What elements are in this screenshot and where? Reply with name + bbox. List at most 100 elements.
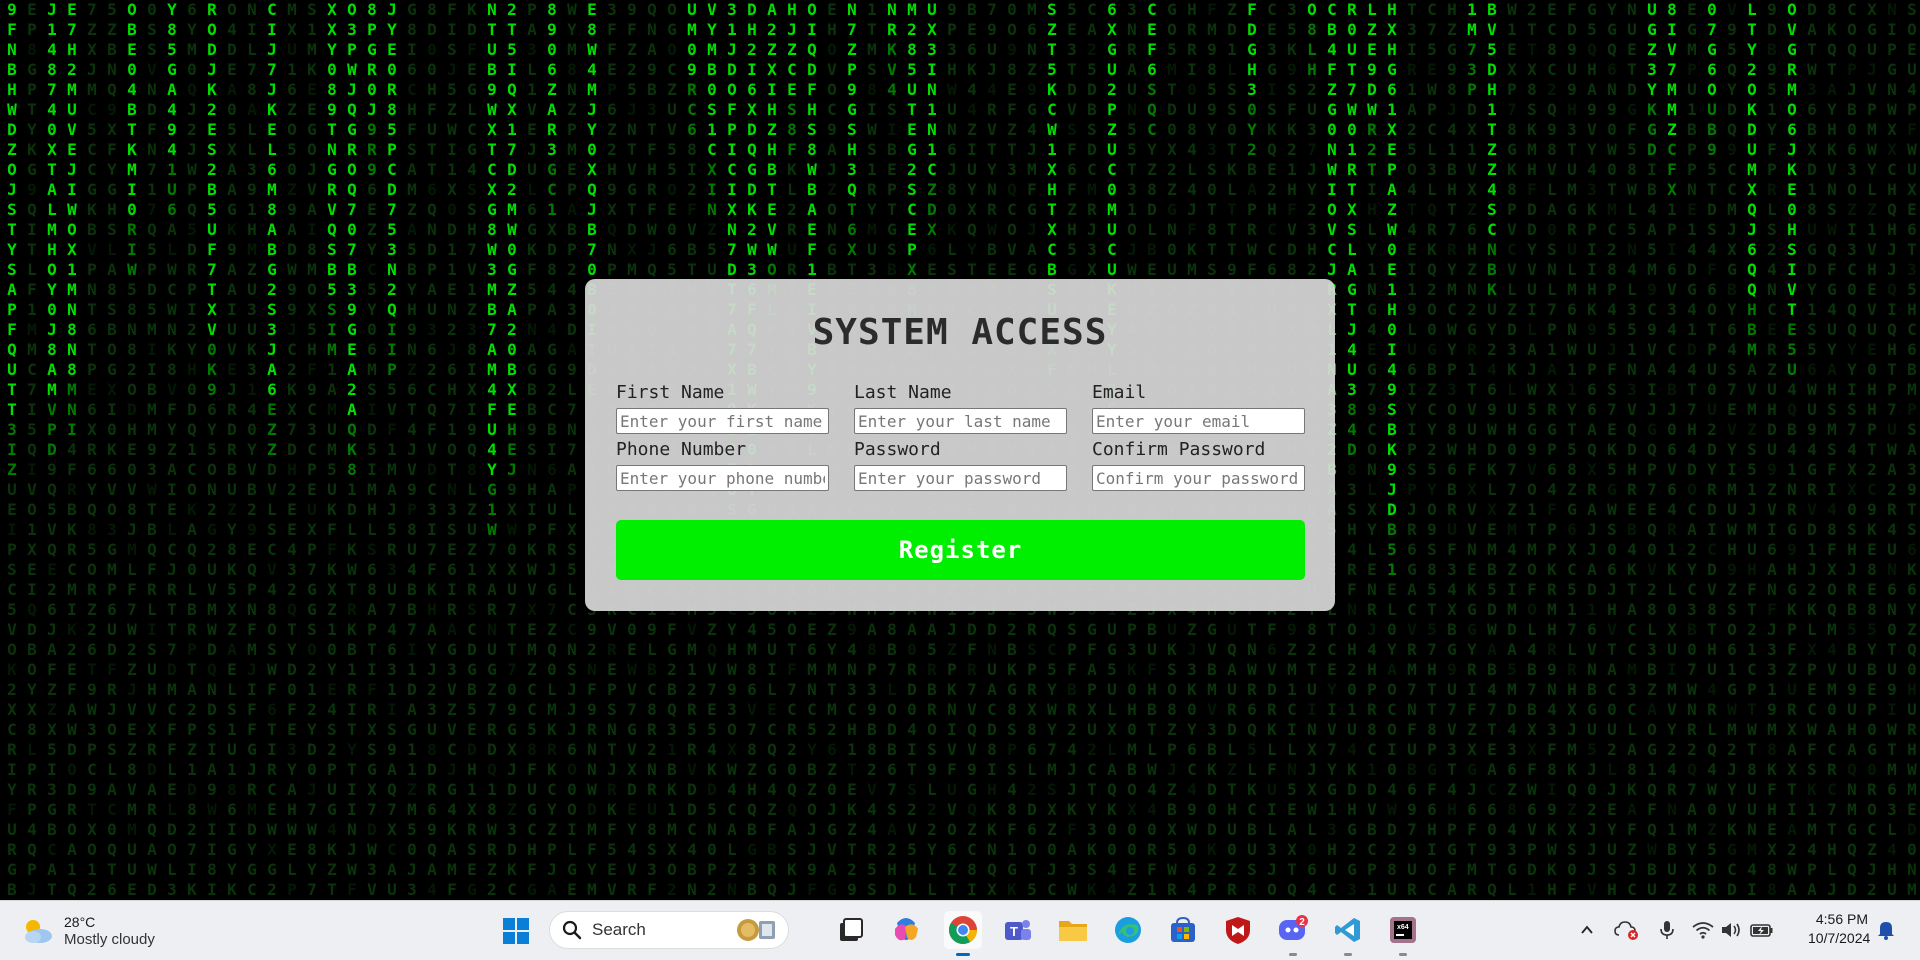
matrix-column: FD9U9H3TUMGRULM6NW11YT58ZG6XC517LRHXJMKQ… [1567,0,1577,899]
widgets-icon [734,917,782,943]
matrix-column: NIPGNWXXCHQHJJQIQHTP7UWA2R4UN6N0TU9IWTM6… [1887,0,1897,899]
matrix-column: R0UT7W01RTXSLAGTJ4U384D83SH4RFNOH201U4KD… [1347,0,1357,899]
matrix-column: 8906ZAR3GC1XD84A4GG2CBI6AUFRJG7ZQ0LMKRKC… [547,0,557,899]
microphone-icon[interactable] [1655,915,1679,945]
matrix-column: J148740XTALMHOY0J8AMVPD9Q5VQE26JAFZZX5I3… [47,0,57,899]
matrix-column: EP8GPTYKG9QITLF1MMC7I5QIVO1XEIQDBOYX8LPR… [27,0,37,899]
copilot-icon[interactable] [887,911,925,949]
matrix-column: NUETDGF58WL5N4L351N3VQDHREB4KTACCM3CLA8K… [1627,0,1637,899]
matrix-column: E7H2MUVEJIWOX1MN8N8MNI4FRBKRCMIK2EFAWDOD… [67,0,77,899]
matrix-column: SOEU4PFWUXE6T35HC6BMPSA39TS6K6YZQ0HURHWM… [1907,0,1917,899]
matrix-column: JYE0R85PCD753N2QIIP5VF1MAJ5R3U74631IS9AQ… [387,0,397,899]
matrix-column: NIL78ALL391HMZU3UK3140YVB29EQPNFMJIFFGJR… [247,0,257,899]
matrix-column: 8IV7MMZCFX1PI6V34C4BJ06V64R1KL0XUIMVY24R… [1667,0,1677,899]
matrix-column: 7ZXJMC5CCGKBVPNT6TPE6XR6YQ85ORZ26T9W3PC9… [87,0,97,899]
discord-icon[interactable]: 2 [1274,911,1312,956]
phone-input[interactable] [616,465,829,491]
chrome-icon[interactable] [944,911,982,956]
matrix-column: LZE9DWR2TIHLY1NG4EG79CONLXYLENRJ4HPR8C1D… [1367,0,1377,899]
matrix-column: EGMPU1BPPNE14DG41D4T7H4DOCA2YC3B07WNR2Q7… [1687,0,1697,899]
last-name-field-group: Last Name [854,382,1067,434]
svg-text:T: T [1010,924,1018,939]
vscode-icon[interactable] [1329,911,1367,956]
notification-bell-icon[interactable] [1872,915,1900,945]
page-title: SYSTEM ACCESS [812,312,1108,353]
matrix-column: WYM8NZPMEPABP243DA9L7N7APLXS5LCCNSJJJ6O0… [567,0,577,899]
registration-panel: SYSTEM ACCESS First Name Last Name Email… [585,279,1335,611]
matrix-column: C75EWPCL3LQRKQ2O0GBZCY25YO9S85T57HTT8PGF… [1427,0,1437,899]
matrix-column: 8PGR0J9R96EZYC5Y06MSID5IMHLS68APTIFRXSGX… [367,0,377,899]
matrix-column: HZG98J41BHT7RYMCWYP3O8W6BRUF34XBG9U7V3T4… [1447,0,1457,899]
matrix-column: G5QHA9VY43KPIIHK9UP66AQXRAJJAD16VNBGU5J0… [1587,0,1597,899]
matrix-column: FISJ5ZWI1X0D11EN2J6H71OTN3SE6IRAG3VZVCJG… [447,0,457,899]
windows-logo-icon[interactable] [497,912,535,950]
task-view-icon[interactable] [832,911,870,949]
matrix-column: KDFEGLCG4SSH7V1Z38IXI9Q8LZUZ1RSCDGB5EDH1… [467,0,477,899]
svg-text:x64: x64 [1397,924,1409,931]
confirm-password-label: Confirm Password [1092,439,1266,460]
store-icon[interactable] [1164,911,1202,949]
matrix-column: 2TTX8SKMHFDDYVUILAJW5G9VO1TMOFOL4B7BXXFW… [1527,0,1537,899]
clock-time: 4:56 PM [1815,911,1868,927]
matrix-column: OVGRMO6JKE0HSIVTE5U4QB41NRG9HGKPFZURXAXT… [1787,0,1797,899]
matrix-column: O3PWJQGROQ707B39GEA2AQK81DLKWTRKB1RITYTI… [347,0,357,899]
weather-temperature: 28°C [64,914,96,930]
cloud-sync-error-icon[interactable] [1612,915,1642,945]
clock-date: 10/7/2024 [1808,930,1871,946]
volume-icon[interactable] [1718,915,1744,945]
shield-icon[interactable] [1219,911,1257,949]
edge-icon[interactable] [1109,911,1147,949]
matrix-column: 07G6OUB95TDS4F6OTPU0U2DYRDICDV8THU4RLQ4W… [1707,0,1717,899]
matrix-column: 9FNBHWDZOJSTYSAPFQUTT3IZUEIPSC5VOK2XCRIY… [7,0,17,899]
matrix-column: COQPJB063OZI3C0QQYYIS74XX0SHJRB5BU9UHAQN… [1847,0,1857,899]
confirm-password-input[interactable] [1092,465,1305,491]
matrix-column: V95QYDQ9CCMJXGBY64S7EVYIMUWH9ZSO61GWM2JY… [1727,0,1737,899]
phone-field-group: Phone Number [616,439,829,491]
wifi-icon[interactable] [1690,915,1716,945]
partly-cloudy-icon [20,917,56,945]
discord-badge: 2 [1299,917,1305,928]
matrix-column: CIJ7JKEL6M8ABG2S3JA6EZZDVLSCV48OSWF6TIRC… [267,0,277,899]
password-label: Password [854,439,941,460]
teams-icon[interactable]: T [999,911,1037,949]
system-clock[interactable]: 4:56 PM 10/7/2024 [1808,910,1871,948]
matrix-column: Y85GA4941U6ALWCWNK8VFYZAIELCJRTT7DMCFFLE… [167,0,177,899]
matrix-column: BV5DH1TZZ4SCNBKUY2469WDKLXEMB5DWAB47TEAC… [1487,0,1497,899]
matrix-column: XGUJVPMWYLZ1VHEVUE0HHPT2C9KE8E85YBEP0G0R… [1867,0,1877,899]
taskbar-search[interactable]: Search [549,911,789,949]
password-input[interactable] [854,465,1067,491]
email-label: Email [1092,382,1147,403]
chevron-up-icon[interactable] [1575,915,1599,945]
matrix-column: OBE04BTKMI0RIW58N82ODHE0V8JMLF7W2ZJVEZ8V… [127,0,137,899]
matrix-column: 6YM0QJ2JWPQ5DRPI2YH0DQ1COKAQ0LBRPTA2PZ1D… [187,0,197,899]
matrix-column: MXU16ZO50Z9ADW99JC2KX7DH2EE432QTYD0FE3YA… [287,0,297,899]
search-icon [562,920,582,940]
matrix-column: 8KQTAYHKVNSWQFG4UYAHSMSFI48FXOQM4VM0ACRC… [1827,0,1837,899]
matrix-column: 8D00HFUTT6QNDPAU362CQFVDC3I7FKHAYJ23U8DR… [427,0,437,899]
matrix-column: PA3L1VEJUL6GKF5PNAGBB9SNHIPKWVXEMZCC58FU… [527,0,537,899]
matrix-column: 1M73PDX1VXZ6HZN2GR1TVUHFXVVNEKGGYRIFZXGJ… [1467,0,1477,899]
pycharm-icon[interactable]: x64 [1384,911,1422,956]
folder-icon[interactable] [1054,911,1092,949]
battery-icon[interactable] [1748,915,1776,945]
first-name-label: First Name [616,382,725,403]
register-button[interactable]: Register [616,520,1305,580]
email-input[interactable] [1092,408,1305,434]
weather-widget[interactable]: 28°C Mostly cloudy [20,911,155,951]
matrix-column: EC8C2Q98VLA0SNL7P1AXRGP64FPPKRMHR9N43F8I… [1547,0,1557,899]
matrix-column: YGQ6N90W0TMC28P45JFS7EK5GWS06JHVTAC0U2LJ… [1607,0,1617,899]
first-name-input[interactable] [616,408,829,434]
matrix-column: XXY089TNGRVQSB5SIM1AMUM5UKFFKXZ10YE4S2PU… [327,0,337,899]
matrix-column: G8I6CHFSAMZA5BYH9NZ6T4JV9P8U4BB7I1DAG11Z… [407,0,417,899]
matrix-column: 9DB951YFPRLS24NCERZUHDU9ZVI6ANFJ3319M8KF… [1767,0,1777,899]
phone-label: Phone Number [616,439,747,460]
last-name-label: Last Name [854,382,952,403]
matrix-column: 2T5IQX17D2MW0GZA20BXEHEJ9XW0XU7TT709GXJD… [507,0,517,899]
matrix-column: HXHG61XEPAZW0E1H0I49SBK9JDB51EL0YAOCOI04… [1387,0,1397,899]
first-name-field-group: First Name [616,382,829,434]
last-name-input[interactable] [854,408,1067,434]
confirm-password-field-group: Confirm Password [1092,439,1305,491]
matrix-column: 0SSVNDFN717Q5PD5MIIBMM93WTBQFRLISUHVXRDA… [147,0,157,899]
matrix-column: W1EXP78GK8PVCVLZD3KLUH077ZM4ZIMDA5MD436Z… [1507,0,1517,899]
matrix-column: LTY2OKDUMXQJ6QQHBMAVMZS51JMUHFT21CPTWT8U… [1747,0,1757,899]
